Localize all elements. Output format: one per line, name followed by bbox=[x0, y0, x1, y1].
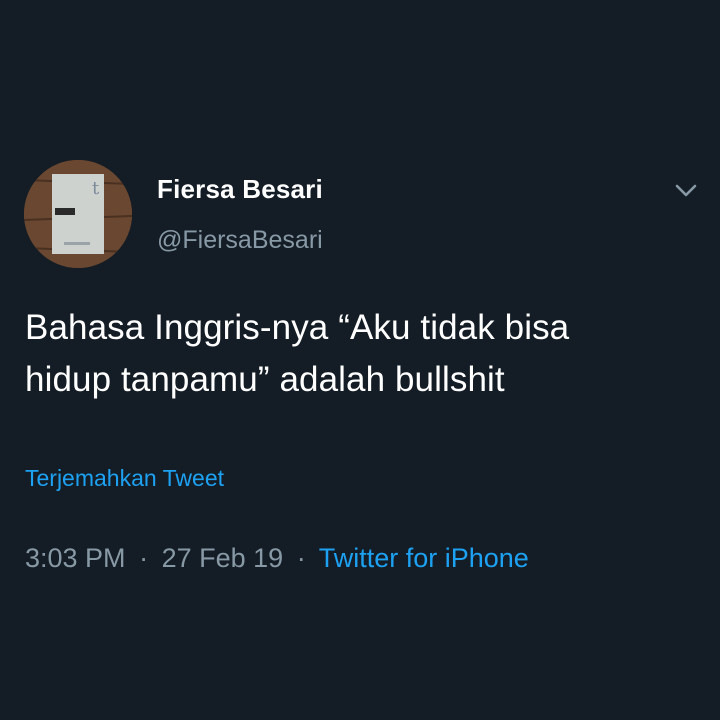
author-avatar[interactable]: t bbox=[24, 160, 132, 268]
tweet-text: Bahasa Inggris-nya “Aku tidak bisa hidup… bbox=[25, 302, 705, 406]
tweet-meta: 3:03 PM · 27 Feb 19 · Twitter for iPhone bbox=[25, 543, 529, 574]
translate-tweet-link[interactable]: Terjemahkan Tweet bbox=[25, 465, 224, 492]
tweet-text-line: hidup tanpamu” adalah bullshit bbox=[25, 360, 505, 399]
meta-separator: · bbox=[296, 543, 306, 573]
book-cover-avatar-icon: t bbox=[24, 160, 132, 268]
tweet-source-link[interactable]: Twitter for iPhone bbox=[319, 543, 529, 573]
author-handle[interactable]: @FiersaBesari bbox=[157, 226, 323, 255]
svg-text:t: t bbox=[92, 178, 100, 199]
meta-separator: · bbox=[139, 543, 149, 573]
tweet-time[interactable]: 3:03 PM bbox=[25, 543, 126, 573]
tweet-text-line: Bahasa Inggris-nya “Aku tidak bisa bbox=[25, 308, 570, 347]
chevron-down-icon[interactable] bbox=[672, 178, 700, 202]
author-display-name[interactable]: Fiersa Besari bbox=[157, 174, 323, 205]
tweet-detail: t Fiersa Besari @FiersaBesari Bahasa Ing… bbox=[0, 0, 720, 720]
tweet-date[interactable]: 27 Feb 19 bbox=[162, 543, 284, 573]
